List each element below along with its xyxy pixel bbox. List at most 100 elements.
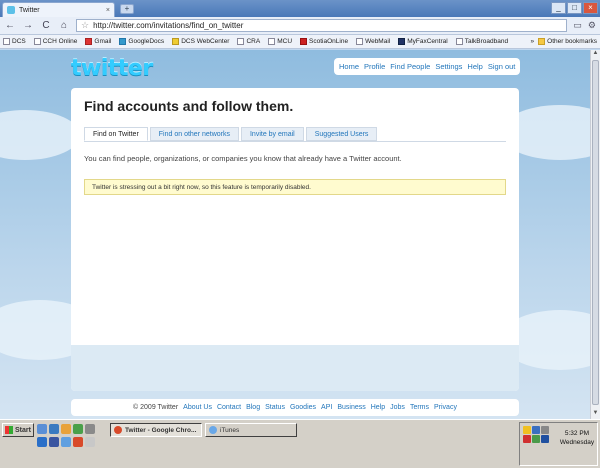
footer-about-us[interactable]: About Us xyxy=(183,404,212,411)
page-icon xyxy=(356,38,364,45)
clock-time: 5:32 PM xyxy=(564,430,590,437)
volume-icon[interactable] xyxy=(541,426,549,434)
copyright: © 2009 Twitter xyxy=(133,404,179,411)
bookmark-item[interactable]: CRA xyxy=(237,38,260,45)
windows-flag-icon xyxy=(5,426,13,434)
page-icon xyxy=(455,38,463,45)
nav-sign-out[interactable]: Sign out xyxy=(488,62,516,71)
app-icon[interactable] xyxy=(73,424,83,434)
bookmark-item[interactable]: DCS xyxy=(3,38,26,45)
scroll-down-icon[interactable]: ▼ xyxy=(591,410,600,419)
page-footer: © 2009 Twitter About Us Contact Blog Sta… xyxy=(71,399,519,416)
wrench-menu-icon[interactable]: ⚙ xyxy=(588,20,596,31)
chrome-icon[interactable] xyxy=(73,437,83,447)
bookmark-item[interactable]: DCS WebCenter xyxy=(172,38,229,45)
bookmarks-bar: DCS CCH Online Gmail GoogleDocs DCS WebC… xyxy=(0,35,600,49)
quick-launch xyxy=(37,424,95,434)
browser-titlebar: Twitter × + _ □ × xyxy=(0,0,600,17)
page-icon xyxy=(33,38,41,45)
show-desktop-icon[interactable] xyxy=(37,424,47,434)
app-icon[interactable] xyxy=(61,437,71,447)
docs-icon xyxy=(119,38,127,45)
bookmark-item[interactable]: CCH Online xyxy=(33,38,77,45)
footer-help[interactable]: Help xyxy=(371,404,385,411)
vertical-scrollbar[interactable]: ▲ ▼ xyxy=(590,50,600,419)
close-window-button[interactable]: × xyxy=(583,2,598,14)
page-title: Find accounts and follow them. xyxy=(84,98,294,114)
tab-invite-by-email[interactable]: Invite by email xyxy=(240,127,304,141)
tab-suggested-users[interactable]: Suggested Users xyxy=(305,127,378,141)
system-tray: 5:32 PM Wednesday xyxy=(519,422,598,466)
footer-api[interactable]: API xyxy=(321,404,332,411)
forward-button[interactable]: → xyxy=(22,20,34,32)
bookmark-item[interactable]: ScotiaOnLine xyxy=(300,38,348,45)
more-bookmarks-button[interactable]: » xyxy=(531,38,535,45)
clock-day: Wednesday xyxy=(559,439,595,446)
folder-icon xyxy=(538,38,546,45)
address-bar[interactable]: ☆ http://twitter.com/invitations/find_on… xyxy=(76,19,568,32)
window-controls: _ □ × xyxy=(551,2,598,14)
app-icon[interactable] xyxy=(37,437,47,447)
bookmark-item[interactable]: GoogleDocs xyxy=(119,38,164,45)
tab-find-on-twitter[interactable]: Find on Twitter xyxy=(84,127,148,141)
bookmark-item[interactable]: Gmail xyxy=(85,38,111,45)
tray-icon[interactable] xyxy=(532,435,540,443)
footer-terms[interactable]: Terms xyxy=(410,404,429,411)
url-text: http://twitter.com/invitations/find_on_t… xyxy=(93,21,244,30)
tray-icon[interactable] xyxy=(523,435,531,443)
start-button[interactable]: Start xyxy=(2,423,34,437)
system-clock[interactable]: 5:32 PM Wednesday xyxy=(558,429,596,447)
twitter-logo[interactable]: twitter xyxy=(71,56,153,81)
bookmark-star-icon[interactable]: ☆ xyxy=(81,20,89,31)
footer-business[interactable]: Business xyxy=(337,404,365,411)
scrollbar-thumb[interactable] xyxy=(592,60,599,405)
bookmark-item[interactable]: MyFaxCentral xyxy=(398,38,448,45)
tray-icon[interactable] xyxy=(541,435,549,443)
firefox-icon[interactable] xyxy=(61,424,71,434)
browser-toolbar: ← → C ⌂ ☆ http://twitter.com/invitations… xyxy=(0,17,600,35)
find-tabs: Find on Twitter Find on other networks I… xyxy=(84,127,379,141)
quick-launch-row-2 xyxy=(37,437,95,447)
tray-icon[interactable] xyxy=(532,426,540,434)
app-icon[interactable] xyxy=(85,437,95,447)
footer-privacy[interactable]: Privacy xyxy=(434,404,457,411)
reload-button[interactable]: C xyxy=(40,20,52,32)
ie-icon[interactable] xyxy=(49,424,59,434)
gmail-icon xyxy=(85,38,93,45)
bookmark-item[interactable]: MCU xyxy=(268,38,292,45)
footer-status[interactable]: Status xyxy=(265,404,285,411)
other-bookmarks-folder[interactable]: Other bookmarks xyxy=(538,38,597,45)
card-bottom-band xyxy=(71,345,519,391)
tab-close-icon[interactable]: × xyxy=(106,7,110,14)
footer-jobs[interactable]: Jobs xyxy=(390,404,405,411)
scroll-up-icon[interactable]: ▲ xyxy=(591,50,600,59)
nav-profile[interactable]: Profile xyxy=(364,62,385,71)
itunes-icon xyxy=(209,426,217,434)
home-button[interactable]: ⌂ xyxy=(58,20,70,32)
taskbar-window-chrome[interactable]: Twitter - Google Chro... xyxy=(110,423,202,437)
footer-blog[interactable]: Blog xyxy=(246,404,260,411)
maximize-button[interactable]: □ xyxy=(567,2,582,14)
app-icon[interactable] xyxy=(49,437,59,447)
cloud-decoration xyxy=(0,110,80,160)
bookmark-item[interactable]: TalkBroadband xyxy=(455,38,508,45)
page-menu-icon[interactable]: ▭ xyxy=(573,20,582,31)
disabled-alert: Twitter is stressing out a bit right now… xyxy=(84,179,506,195)
browser-tab-twitter[interactable]: Twitter × xyxy=(2,2,115,17)
tray-icon[interactable] xyxy=(523,426,531,434)
app-icon[interactable] xyxy=(85,424,95,434)
page-icon xyxy=(268,38,276,45)
nav-find-people[interactable]: Find People xyxy=(390,62,430,71)
taskbar-window-itunes[interactable]: iTunes xyxy=(205,423,297,437)
back-button[interactable]: ← xyxy=(4,20,16,32)
bookmark-item[interactable]: WebMail xyxy=(356,38,390,45)
new-tab-button[interactable]: + xyxy=(120,4,134,14)
tab-find-on-other-networks[interactable]: Find on other networks xyxy=(149,127,239,141)
webcenter-icon xyxy=(172,38,180,45)
nav-settings[interactable]: Settings xyxy=(435,62,462,71)
footer-contact[interactable]: Contact xyxy=(217,404,241,411)
minimize-button[interactable]: _ xyxy=(551,2,566,14)
footer-goodies[interactable]: Goodies xyxy=(290,404,316,411)
nav-help[interactable]: Help xyxy=(467,62,482,71)
nav-home[interactable]: Home xyxy=(339,62,359,71)
